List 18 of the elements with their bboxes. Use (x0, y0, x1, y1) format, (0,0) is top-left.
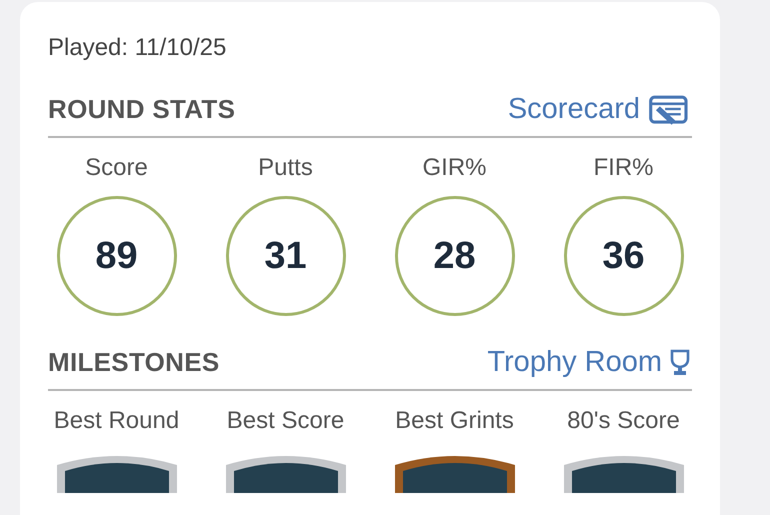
stat-circle: 89 (56, 196, 176, 316)
played-date: Played: 11/10/25 (48, 34, 228, 62)
trophy-icon (668, 348, 692, 378)
section-title: MILESTONES (48, 347, 220, 378)
section-title: ROUND STATS (48, 94, 236, 124)
trophy-room-link[interactable]: Trophy Room (487, 346, 692, 379)
scorecard-link[interactable]: Scorecard (508, 92, 692, 126)
milestone-label: Best Grints (395, 407, 514, 435)
stat-label: Putts (258, 154, 313, 182)
stat-label: FIR% (594, 154, 654, 182)
milestone-label: Best Round (54, 407, 180, 435)
stat-circle: 36 (564, 196, 684, 316)
stat-circle: 31 (226, 196, 346, 316)
stat-circle: 28 (394, 196, 514, 316)
stat-label: Score (85, 154, 148, 182)
stat-label: GIR% (422, 154, 486, 182)
milestone-label: 80's Score (567, 407, 680, 435)
milestone-label: Best Score (226, 407, 344, 435)
